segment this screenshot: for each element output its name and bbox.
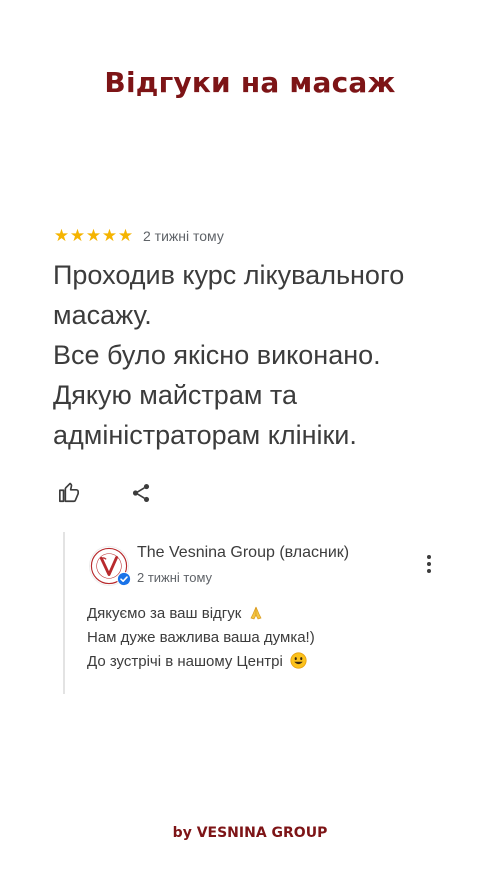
footer-credit: by VESNINA GROUP <box>172 825 328 841</box>
review-actions <box>56 480 154 506</box>
review-text: Проходив курс лікувального масажу. Все б… <box>53 255 473 455</box>
review-text-line: Все було якісно виконано. <box>53 340 381 370</box>
smiling-face-emoji-icon <box>290 652 307 669</box>
star-icon: ★ <box>85 226 101 245</box>
star-icon: ★ <box>69 226 85 245</box>
page-title: Відгуки на масаж <box>104 66 396 99</box>
reply-line: Дякуємо за ваш відгук <box>87 602 315 626</box>
folded-hands-emoji-icon <box>250 606 262 620</box>
more-options-button[interactable] <box>421 552 437 576</box>
star-icon: ★ <box>101 226 117 245</box>
more-vert-icon <box>427 555 431 573</box>
share-button[interactable] <box>128 480 154 506</box>
reply-line: Нам дуже важлива ваша думка!) <box>87 629 315 646</box>
owner-avatar[interactable] <box>89 546 131 586</box>
review-text-line: Дякую майстрам та <box>53 380 297 410</box>
review-text-line: масажу. <box>53 300 152 330</box>
thumbs-up-icon <box>59 482 79 503</box>
share-icon <box>132 484 150 502</box>
star-rating: ★ ★ ★ ★ ★ <box>53 226 133 246</box>
owner-reply-text: Дякуємо за ваш відгук Нам дуже важлива в… <box>87 602 315 674</box>
review-time: 2 тижні тому <box>143 228 224 244</box>
review-text-line: Проходив курс лікувального <box>53 260 405 290</box>
reply-line-text: До зустрічі в нашому Центрі <box>87 653 283 670</box>
review-meta: ★ ★ ★ ★ ★ 2 тижні тому <box>53 226 224 246</box>
reply-line: До зустрічі в нашому Центрі <box>87 650 315 674</box>
owner-reply-time: 2 тижні тому <box>137 570 213 585</box>
reply-line-text: Дякуємо за ваш відгук <box>87 605 242 622</box>
star-icon: ★ <box>117 226 133 245</box>
verified-check-icon <box>117 572 131 586</box>
owner-name[interactable]: The Vesnina Group (власник) <box>137 544 349 562</box>
review-text-line: адміністраторам клініки. <box>53 420 357 450</box>
owner-reply: The Vesnina Group (власник) 2 тижні тому… <box>63 532 445 694</box>
like-button[interactable] <box>56 480 82 506</box>
star-icon: ★ <box>53 226 69 245</box>
